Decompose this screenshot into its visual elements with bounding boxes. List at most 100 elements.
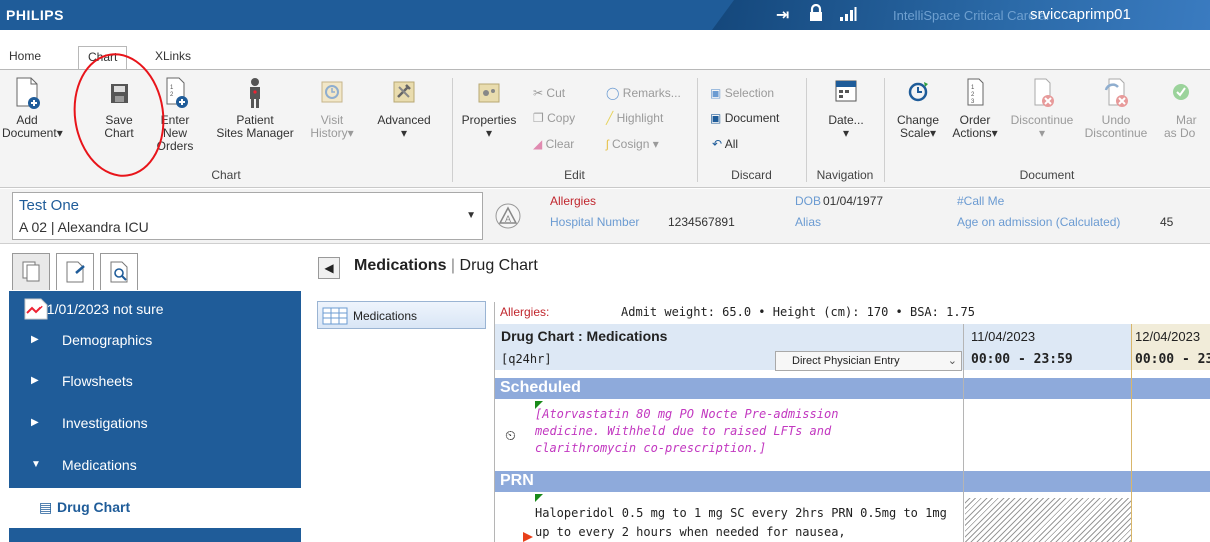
current-day-column: 12/04/2023 00:00 - 23	[1131, 324, 1210, 370]
cut-button[interactable]: ✂ Cut	[533, 86, 565, 100]
patient-sites-manager-button[interactable]: Patient Sites Manager	[201, 76, 309, 140]
clear-button[interactable]: ◢ Clear	[533, 137, 574, 151]
triangle-left-icon: ◀	[324, 261, 334, 275]
highlighter-icon: ╱	[606, 111, 614, 125]
group-separator	[697, 78, 698, 182]
breadcrumb: Medications | Drug Chart	[354, 257, 538, 275]
undo-discontinue-button[interactable]: Undo Discontinue	[1081, 76, 1151, 140]
column-divider	[963, 324, 964, 542]
allergies-label[interactable]: Allergies	[550, 194, 596, 208]
title-bar: PHILIPS ⇥ IntelliSpace Critical Care ar …	[0, 0, 1210, 30]
section-prn[interactable]: PRN	[495, 471, 1210, 492]
unavailable-cell	[965, 498, 1131, 542]
ribbon: Add Document▾ Save Chart 12 Enter New Order…	[0, 70, 1210, 188]
nav-tabs	[9, 249, 301, 291]
patient-metrics: Admit weight: 65.0 • Height (cm): 170 • …	[621, 305, 976, 319]
hospital-number-value: 1234567891	[668, 215, 735, 229]
chart-title: Drug Chart : Medications	[501, 328, 668, 344]
properties-button[interactable]: Properties ▾	[455, 76, 523, 140]
alias-label: Alias	[795, 215, 822, 229]
breadcrumb-separator: |	[450, 257, 456, 274]
patient-location: A 02 | Alexandra ICU	[19, 219, 149, 235]
nav-item-medications[interactable]: ▼ Medications	[9, 446, 301, 486]
mark-as-done-button[interactable]: Mar as Do	[1160, 76, 1210, 140]
chevron-down-icon: ▼	[31, 459, 41, 470]
alert-triangle-icon[interactable]: A	[495, 203, 521, 229]
nav-tab-pinned[interactable]	[56, 253, 94, 290]
chevron-down-icon: ⌄	[947, 355, 957, 367]
entry-type-select[interactable]: Direct Physician Entry ⌄	[775, 351, 962, 371]
calendar-icon	[835, 80, 857, 102]
order-actions-button[interactable]: 123 Order Actions▾	[950, 76, 1000, 140]
remarks-button[interactable]: ◯ Remarks...	[606, 86, 681, 100]
add-document-icon	[16, 77, 40, 109]
discontinue-icon	[1034, 78, 1054, 107]
server-name: srviccaprimp01	[1030, 6, 1131, 23]
app-window: PHILIPS ⇥ IntelliSpace Critical Care ar …	[0, 0, 1210, 542]
navigation-group-label: Navigation	[816, 168, 874, 182]
group-separator	[806, 78, 807, 182]
undo-icon: ↶	[712, 137, 723, 151]
pin-icon[interactable]: ⇥	[776, 5, 789, 25]
discontinue-button[interactable]: Discontinue ▾	[1009, 76, 1075, 140]
section-scheduled[interactable]: Scheduled	[495, 378, 1210, 399]
nav-tab-search[interactable]	[100, 253, 138, 290]
nav-item-drug-chart[interactable]: ▤ Drug Chart	[9, 488, 301, 528]
edit-group-label: Edit	[564, 168, 585, 182]
date-column-2: 12/04/2023	[1135, 329, 1201, 344]
nav-item-investigations[interactable]: ▶ Investigations	[9, 404, 301, 444]
patient-selector[interactable]: Test One A 02 | Alexandra ICU ▼	[12, 192, 483, 240]
history-icon	[321, 81, 343, 103]
cosign-button[interactable]: ʃ Cosign ▾	[606, 137, 659, 151]
nav-tab-documents[interactable]	[12, 253, 50, 290]
hospital-number-label: Hospital Number	[550, 215, 640, 229]
chevron-down-icon[interactable]: ▼	[466, 210, 476, 221]
chevron-right-icon: ▶	[31, 375, 39, 386]
grid-icon	[322, 307, 348, 325]
pen-icon: ʃ	[606, 137, 609, 151]
play-arrow-icon[interactable]	[523, 532, 533, 542]
highlight-button[interactable]: ╱ Highlight	[606, 111, 663, 125]
nav-item-flowsheets[interactable]: ▶ Flowsheets	[9, 362, 301, 402]
breadcrumb-section: Medications	[354, 257, 447, 274]
time-range-column-1: 00:00 - 23:59	[971, 352, 1073, 367]
patient-banner: Test One A 02 | Alexandra ICU ▼ A Allerg…	[0, 189, 1210, 244]
time-range-column-2: 00:00 - 23	[1135, 352, 1210, 367]
order-list-icon: 123	[967, 78, 984, 106]
call-me-label: #Call Me	[957, 194, 1005, 208]
nav-item-demographics[interactable]: ▶ Demographics	[9, 321, 301, 361]
chart-group-label: Chart	[211, 168, 241, 182]
advanced-button[interactable]: Advanced ▾	[363, 76, 445, 140]
document-icon: ▣	[710, 111, 722, 125]
age-label: Age on admission (Calculated)	[957, 215, 1121, 229]
discard-document-button[interactable]: ▣ Document	[710, 111, 779, 125]
patient-icon	[250, 78, 260, 108]
chart-header: Drug Chart : Medications [q24hr] Direct …	[495, 324, 1210, 371]
date-column-1: 11/04/2023	[971, 329, 1036, 344]
collapse-nav-button[interactable]: ◀	[318, 257, 340, 279]
add-document-button[interactable]: Add Document▾	[2, 76, 63, 140]
group-separator	[884, 78, 885, 182]
copy-icon: ❐	[533, 111, 544, 125]
discard-group-label: Discard	[731, 168, 772, 182]
tab-xlinks[interactable]: XLinks	[155, 49, 191, 63]
tab-home[interactable]: Home	[9, 49, 41, 63]
page-icon: ▤	[39, 499, 53, 515]
pending-clock-icon: ⏲	[505, 427, 516, 443]
visit-history-button[interactable]: Visit History▾	[309, 76, 355, 140]
search-document-icon	[110, 261, 128, 283]
change-scale-button[interactable]: Change Scale▾	[893, 76, 943, 140]
date-button[interactable]: Date... ▾	[820, 76, 872, 140]
copy-button[interactable]: ❐ Copy	[533, 111, 575, 125]
discard-selection-button[interactable]: ▣ Selection	[710, 86, 774, 100]
brand-logo: PHILIPS	[6, 7, 64, 23]
dob-label: DOB	[795, 194, 822, 208]
medications-view-button[interactable]: Medications	[317, 301, 486, 329]
group-separator	[452, 78, 453, 182]
chevron-right-icon: ▶	[31, 334, 39, 345]
scheduled-order-row[interactable]: ⏲ [Atorvastatin 80 mg PO Nocte Pre-admis…	[495, 399, 1210, 471]
lock-icon[interactable]	[808, 3, 824, 27]
order-flag-icon	[535, 494, 543, 502]
discard-all-button[interactable]: ↶ All	[712, 137, 738, 151]
grid-allergies-label[interactable]: Allergies:	[500, 305, 549, 319]
